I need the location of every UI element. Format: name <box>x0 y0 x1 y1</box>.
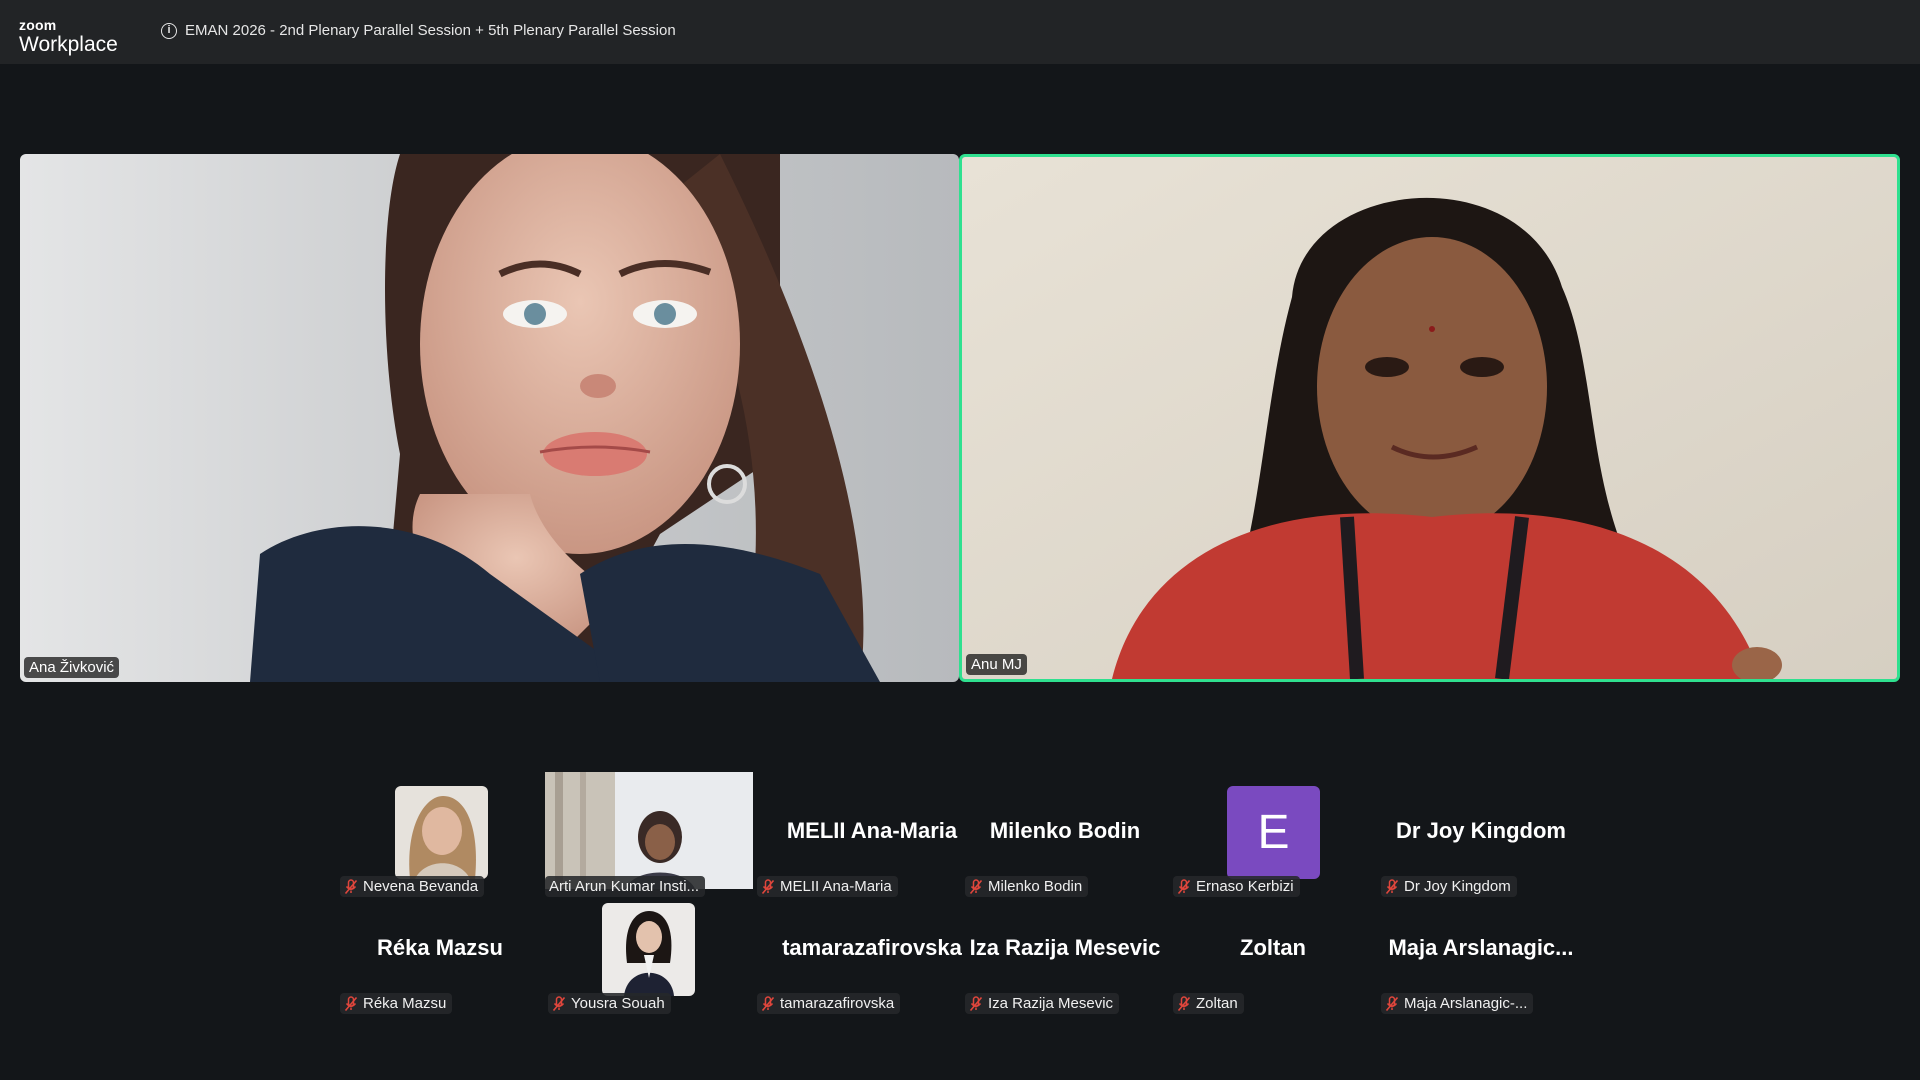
participant-big-name: Dr Joy Kingdom <box>1396 818 1566 843</box>
participant-name-label: Ana Živković <box>24 657 120 678</box>
participant-big-name: Maja Arslanagic... <box>1388 935 1574 960</box>
gallery-tile-iza-razija-mesevic[interactable]: Iza Razija Mesevic Iza Razija Mesevic <box>965 901 1165 1014</box>
mic-muted-icon <box>969 995 983 1011</box>
participant-name-chip: Réka Mazsu <box>340 993 453 1014</box>
participant-name: Yousra Souah <box>571 995 665 1012</box>
participant-video-thumbnail <box>545 772 753 889</box>
participant-big-name: Zoltan <box>1240 935 1306 960</box>
meeting-title: EMAN 2026 - 2nd Plenary Parallel Session… <box>185 22 676 39</box>
participant-name-chip: Milenko Bodin <box>965 876 1089 897</box>
zoom-workplace-logo: zoom Workplace <box>19 18 118 55</box>
gallery-tile-dr-joy-kingdom[interactable]: Dr Joy Kingdom Dr Joy Kingdom <box>1381 784 1581 897</box>
participant-big-name: MELII Ana-Maria <box>786 818 958 843</box>
participant-name-label: Anu MJ <box>966 654 1027 675</box>
mic-muted-icon <box>761 878 775 894</box>
gallery-tile-nevena-bevanda[interactable]: Nevena Bevanda <box>340 784 540 897</box>
participant-name: Arti Arun Kumar Insti... <box>549 878 700 895</box>
active-speaker-video-tile[interactable]: Anu MJ <box>959 154 1900 682</box>
mic-muted-icon <box>344 878 358 894</box>
gallery-tile-arti-arun-kumar[interactable]: Arti Arun Kumar Insti... <box>545 772 753 897</box>
participant-name-chip: tamarazafirovska <box>757 993 901 1014</box>
participant-name: Nevena Bevanda <box>363 878 479 895</box>
participant-name-chip: Nevena Bevanda <box>340 876 485 897</box>
participant-big-name: Iza Razija Mesevic <box>969 935 1161 960</box>
logo-big-text: Workplace <box>19 33 118 56</box>
participant-name: Maja Arslanagic-... <box>1404 995 1528 1012</box>
participant-name-chip: Zoltan <box>1173 993 1244 1014</box>
gallery-tile-zoltan[interactable]: Zoltan Zoltan <box>1173 901 1373 1014</box>
participant-name-chip: Dr Joy Kingdom <box>1381 876 1517 897</box>
mic-muted-icon <box>1385 995 1399 1011</box>
participant-letter-avatar: E <box>1227 786 1320 879</box>
participant-big-name: Milenko Bodin <box>989 818 1141 843</box>
participant-name: Zoltan <box>1196 995 1238 1012</box>
participant-video <box>20 154 959 682</box>
participant-photo <box>602 903 695 996</box>
participant-name: tamarazafirovska <box>780 995 895 1012</box>
participant-name-chip: Maja Arslanagic-... <box>1381 993 1534 1014</box>
gallery-tile-melii-ana-maria[interactable]: MELII Ana-Maria MELII Ana-Maria <box>757 784 957 897</box>
participant-name-chip: Arti Arun Kumar Insti... <box>545 876 706 897</box>
info-icon[interactable]: i <box>161 22 177 39</box>
participant-big-name: tamarazafirovska <box>782 935 962 960</box>
participant-name-chip: Ernaso Kerbizi <box>1173 876 1300 897</box>
mic-muted-icon <box>1385 878 1399 894</box>
mic-muted-icon <box>344 995 358 1011</box>
gallery-tile-milenko-bodin[interactable]: Milenko Bodin Milenko Bodin <box>965 784 1165 897</box>
participant-name: Milenko Bodin <box>988 878 1083 895</box>
participant-name-chip: MELII Ana-Maria <box>757 876 898 897</box>
mic-muted-icon <box>969 878 983 894</box>
meeting-info-button[interactable]: i EMAN 2026 - 2nd Plenary Parallel Sessi… <box>161 22 676 39</box>
speaker-video-tile[interactable]: Ana Živković <box>20 154 959 682</box>
participant-name: MELII Ana-Maria <box>780 878 892 895</box>
participant-name: Iza Razija Mesevic <box>988 995 1114 1012</box>
mic-muted-icon <box>1177 995 1191 1011</box>
participant-video <box>962 157 1897 679</box>
participant-big-name: Réka Mazsu <box>377 935 503 960</box>
title-bar: zoom Workplace i EMAN 2026 - 2nd Plenary… <box>0 0 1920 64</box>
mic-muted-icon <box>761 995 775 1011</box>
participant-name-chip: Yousra Souah <box>548 993 671 1014</box>
gallery-tile-yousra-souah[interactable]: Yousra Souah <box>548 901 748 1014</box>
mic-muted-icon <box>1177 878 1191 894</box>
gallery-tile-reka-mazsu[interactable]: Réka Mazsu Réka Mazsu <box>340 901 540 1014</box>
participant-name-chip: Iza Razija Mesevic <box>965 993 1120 1014</box>
logo-small-text: zoom <box>19 17 57 33</box>
participant-name: Ernaso Kerbizi <box>1196 878 1294 895</box>
gallery-tile-tamarazafirovska[interactable]: tamarazafirovska tamarazafirovska <box>757 901 962 1014</box>
gallery-tile-maja-arslanagic[interactable]: Maja Arslanagic... Maja Arslanagic-... <box>1381 901 1581 1014</box>
participant-name: Réka Mazsu <box>363 995 447 1012</box>
participant-photo <box>395 786 488 879</box>
participant-name: Dr Joy Kingdom <box>1404 878 1511 895</box>
gallery-tile-ernaso-kerbizi[interactable]: E Ernaso Kerbizi <box>1173 784 1373 897</box>
mic-muted-icon <box>552 995 566 1011</box>
